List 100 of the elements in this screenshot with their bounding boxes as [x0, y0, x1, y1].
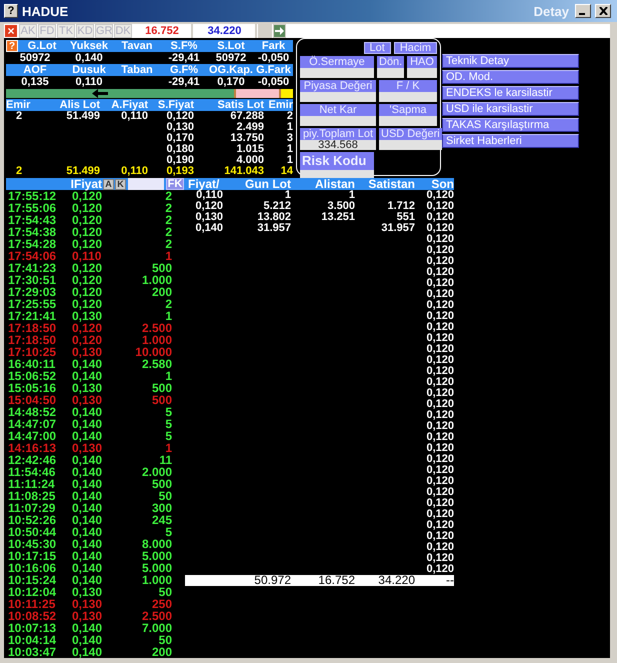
trade-lot: 2: [164, 202, 172, 214]
trade-time: 17:18:50: [7, 322, 58, 334]
action-button[interactable]: USD ile karsilastir: [442, 102, 579, 116]
tab[interactable]: Hacim: [394, 42, 437, 54]
table-cell-text: 0,110: [121, 111, 148, 122]
column-header: G.F%: [160, 64, 208, 76]
close-button[interactable]: [595, 4, 611, 18]
trade-lot: 2.580: [140, 358, 172, 370]
trade-price: 0,140: [71, 466, 104, 478]
table-cell-text: 31.957: [256, 223, 291, 234]
last-price: 0,120: [425, 553, 454, 564]
filter-button[interactable]: K: [115, 178, 126, 190]
trade-lot: 5: [164, 430, 172, 442]
action-button[interactable]: OD. Mod.: [442, 70, 579, 84]
trade-price: 0,130: [71, 598, 104, 610]
trade-lot: 2: [164, 298, 172, 310]
column-header: S.Lot: [208, 40, 254, 52]
last-price: 0,120: [425, 487, 454, 498]
trade-lot: 7.000: [140, 622, 172, 634]
action-button[interactable]: ENDEKS le karsilastir: [442, 86, 579, 100]
trade-price: 0,140: [71, 526, 104, 538]
trade-time: 17:55:06: [7, 202, 58, 214]
trade-lot: 2.500: [140, 610, 172, 622]
column-header: Gun Lot: [244, 178, 291, 190]
trade-price: 0,110: [71, 250, 102, 262]
trade-time: 17:54:43: [7, 214, 58, 226]
value-field: [407, 68, 437, 78]
trade-price: 0,130: [71, 610, 104, 622]
last-price: 0,120: [425, 564, 454, 575]
field-label: Net Kar: [300, 104, 376, 116]
trade-price: 0,130: [71, 586, 104, 598]
field-label: Piyasa Değeri: [300, 80, 376, 92]
table-cell-text: 13.750: [229, 133, 264, 144]
column-header: G.Lot: [28, 40, 56, 52]
column-header: Tavan: [114, 40, 160, 52]
total-cell-text: 2: [14, 166, 24, 177]
value-field: [377, 68, 404, 78]
window-subtitle: Detay: [534, 4, 569, 18]
last-price: 0,120: [425, 190, 454, 201]
total-cell-text: 0,110: [120, 166, 148, 177]
value-field: [379, 116, 437, 126]
table-cell-text: 0,170: [165, 133, 194, 144]
trade-time: 10:12:04: [7, 586, 58, 598]
trade-time: 14:47:00: [7, 430, 58, 442]
minimize-button[interactable]: [575, 4, 591, 18]
last-price: 0,120: [425, 212, 454, 223]
trade-lot: 1: [164, 370, 172, 382]
help-icon[interactable]: ?: [4, 4, 18, 18]
last-price: 0,120: [425, 300, 454, 311]
trade-lot: 8.000: [140, 538, 172, 550]
action-button[interactable]: Teknik Detay: [442, 54, 579, 68]
table-cell-text: 51.499: [65, 111, 100, 122]
close-button[interactable]: ×: [4, 24, 18, 38]
trade-price: 0,140: [71, 514, 104, 526]
last-price: 0,120: [425, 410, 454, 421]
trade-price: 0,140: [71, 502, 104, 514]
column-header: Alis Lot: [32, 99, 100, 111]
trade-time: 10:52:26: [7, 514, 58, 526]
column-header: Satistan: [367, 178, 415, 190]
trade-lot: 300: [150, 502, 172, 514]
trade-lot: 5: [164, 418, 172, 430]
trade-lot: 2.500: [140, 322, 172, 334]
trade-time: 15:06:52: [7, 370, 58, 382]
help-button[interactable]: ?: [6, 40, 18, 52]
field-label: HAO: [407, 56, 437, 68]
column-header: Satis Lot: [194, 99, 264, 111]
trade-lot: 2: [164, 190, 172, 202]
column-header: OG.Kap.: [208, 64, 254, 76]
close-icon: [598, 7, 608, 15]
trade-price: 0,140: [71, 646, 104, 658]
trade-lot: 200: [150, 286, 172, 298]
trade-price: 0,140: [71, 478, 104, 490]
last-price: 0,120: [425, 311, 454, 322]
total-cell-text: --: [446, 575, 454, 586]
trade-time: 17:10:25: [7, 346, 58, 358]
trade-lot: 2.000: [140, 466, 172, 478]
filter-field[interactable]: [128, 178, 164, 190]
table-cell-text: 3: [286, 133, 293, 144]
trade-lot: 200: [150, 646, 172, 658]
total-cell-text: 0,193: [165, 166, 194, 177]
action-button[interactable]: TAKAS Karşılaştırma: [442, 118, 579, 132]
column-header: Yuksek: [64, 40, 114, 52]
last-price: 0,120: [425, 234, 454, 245]
trade-time: 10:17:15: [7, 550, 58, 562]
field-label: Risk Kodu: [300, 152, 374, 170]
trade-lot: 1.000: [140, 274, 172, 286]
trade-price: 0,140: [71, 418, 104, 430]
last-price: 0,120: [425, 201, 454, 212]
trade-price: 0,120: [71, 334, 104, 346]
table-cell-text: 5.212: [262, 201, 291, 212]
arrow-icon: [275, 27, 284, 35]
last-price: 0,120: [425, 322, 454, 333]
filter-button[interactable]: A: [103, 178, 114, 190]
action-button[interactable]: Sirket Haberleri: [442, 134, 579, 148]
fk-button[interactable]: FK: [166, 178, 184, 190]
trade-price: 0,120: [71, 214, 104, 226]
tab[interactable]: Lot: [364, 42, 391, 54]
last-price: 0,120: [425, 256, 454, 267]
go-button[interactable]: [273, 24, 286, 38]
trade-price: 0,140: [71, 574, 104, 586]
